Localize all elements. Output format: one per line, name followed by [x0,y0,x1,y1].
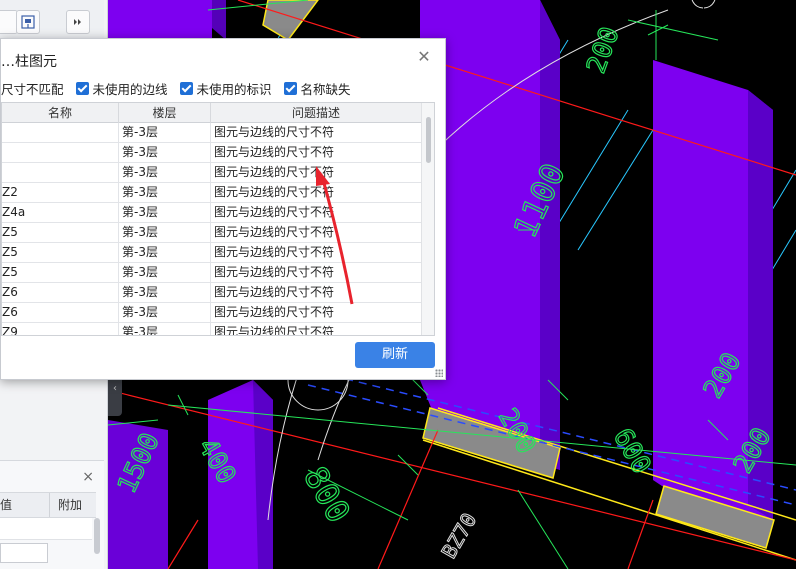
filter-label: 未使用的边线 [92,81,168,97]
cell-name: Z2 [2,183,119,202]
filter-unused-edges[interactable]: 未使用的边线 [75,79,168,98]
cell-name: Z5 [2,223,119,242]
column-header-name[interactable]: 名称 [2,103,119,123]
cell-name: Z5 [2,263,119,282]
cell-desc: 图元与边线的尺寸不符 [211,203,422,222]
filter-bar: 尺寸不匹配 未使用的边线 未使用的标识 名称缺失 [1,78,363,98]
export-icon[interactable] [16,10,40,34]
filter-label: 名称缺失 [300,81,351,97]
close-icon[interactable]: × [82,469,94,485]
cell-floor: 第-3层 [119,223,211,242]
cell-name [2,163,119,182]
checkbox-checked-icon[interactable] [179,81,193,95]
dialog-title: …柱图元 [1,54,57,70]
table-scrollbar[interactable] [421,103,434,335]
cell-desc: 图元与边线的尺寸不符 [211,263,422,282]
left-toolbar [0,0,104,40]
table-row[interactable]: Z5 第-3层 图元与边线的尺寸不符 [2,243,422,263]
problem-table: 名称 楼层 问题描述 第-3层 图元与边线的尺寸不符 第-3层 图元与边线的尺寸不符第… [1,102,435,336]
cell-name: Z4a [2,203,119,222]
resize-grip-icon[interactable] [435,369,443,377]
table-header: 名称 楼层 问题描述 [2,103,422,123]
cell-desc: 图元与边线的尺寸不符 [211,303,422,322]
cell-floor: 第-3层 [119,303,211,322]
properties-scrollbar[interactable] [94,518,100,554]
cell-desc: 图元与边线的尺寸不符 [211,123,422,142]
column-header-floor[interactable]: 楼层 [119,103,211,123]
table-row[interactable]: Z6 第-3层 图元与边线的尺寸不符 [2,283,422,303]
cell-floor: 第-3层 [119,243,211,262]
table-row[interactable]: 第-3层 图元与边线的尺寸不符 [2,143,422,163]
cell-name: Z5 [2,243,119,262]
cell-name: Z9 [2,323,119,335]
filter-label: 未使用的标识 [196,81,272,97]
cell-floor: 第-3层 [119,323,211,335]
cell-name: Z6 [2,283,119,302]
column-header-desc[interactable]: 问题描述 [211,103,422,123]
cell-floor: 第-3层 [119,183,211,202]
cell-desc: 图元与边线的尺寸不符 [211,223,422,242]
cell-floor: 第-3层 [119,283,211,302]
cell-floor: 第-3层 [119,263,211,282]
cell-floor: 第-3层 [119,123,211,142]
cell-floor: 第-3层 [119,163,211,182]
table-row[interactable]: Z5 第-3层 图元与边线的尺寸不符 [2,263,422,283]
cell-desc: 图元与边线的尺寸不符 [211,163,422,182]
prop-column-value: 值 [0,493,50,517]
cell-desc: 图元与边线的尺寸不符 [211,323,422,335]
expand-more-icon[interactable] [66,10,90,34]
filter-missing-name[interactable]: 名称缺失 [283,79,351,98]
filter-label: 尺寸不匹配 [1,81,64,97]
property-input[interactable] [0,543,48,563]
cell-desc: 图元与边线的尺寸不符 [211,283,422,302]
filter-unused-marks[interactable]: 未使用的标识 [179,79,272,98]
checkbox-checked-icon[interactable] [75,81,89,95]
properties-row[interactable] [0,518,92,540]
table-row[interactable]: Z6 第-3层 图元与边线的尺寸不符 [2,303,422,323]
table-row[interactable]: 第-3层 图元与边线的尺寸不符 [2,123,422,143]
filter-size-mismatch[interactable]: 尺寸不匹配 [1,79,64,98]
cell-floor: 第-3层 [119,143,211,162]
cell-name [2,143,119,162]
refresh-button[interactable]: 刷新 [355,342,435,368]
cell-desc: 图元与边线的尺寸不符 [211,183,422,202]
properties-header: 值 附加 [0,492,96,518]
cell-name [2,123,119,142]
cell-floor: 第-3层 [119,203,211,222]
close-icon[interactable]: ✕ [415,48,433,66]
cell-desc: 图元与边线的尺寸不符 [211,143,422,162]
scrollbar-thumb[interactable] [426,117,431,163]
table-body: 第-3层 图元与边线的尺寸不符 第-3层 图元与边线的尺寸不符 第-3层 图元与边线的尺寸… [2,123,422,335]
checkbox-checked-icon[interactable] [283,81,297,95]
cell-desc: 图元与边线的尺寸不符 [211,243,422,262]
table-row[interactable]: Z5 第-3层 图元与边线的尺寸不符 [2,223,422,243]
table-row[interactable]: Z9 第-3层 图元与边线的尺寸不符 [2,323,422,335]
table-row[interactable]: Z4a 第-3层 图元与边线的尺寸不符 [2,203,422,223]
check-column-dialog: …柱图元 ✕ 尺寸不匹配 未使用的边线 未使用的标识 名称缺失 名称 楼层 问题… [0,38,446,380]
table-row[interactable]: 第-3层 图元与边线的尺寸不符 [2,163,422,183]
cell-name: Z6 [2,303,119,322]
table-row[interactable]: Z2 第-3层 图元与边线的尺寸不符 [2,183,422,203]
prop-column-extra: 附加 [58,498,83,512]
